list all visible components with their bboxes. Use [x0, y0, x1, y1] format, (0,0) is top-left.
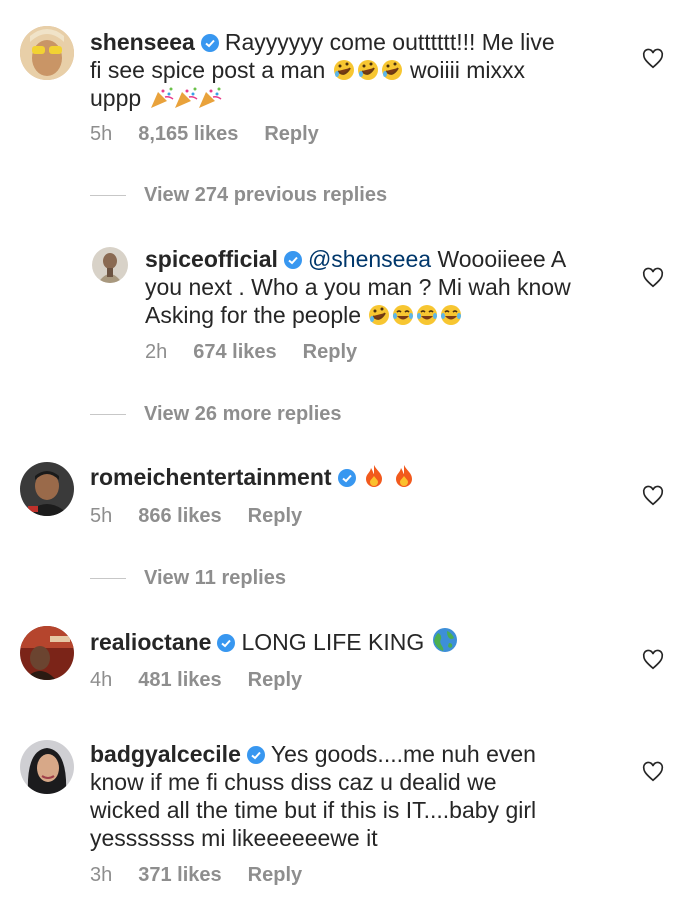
rolling-laughing-emoji-icon	[333, 59, 355, 81]
rolling-laughing-emoji-icon	[357, 59, 379, 81]
divider-line	[90, 414, 126, 416]
username[interactable]: badgyalcecile	[90, 741, 241, 767]
verified-badge-icon	[200, 34, 219, 52]
rolling-laughing-emoji-icon	[368, 304, 390, 326]
timestamp: 5h	[90, 123, 113, 145]
reply-button[interactable]: Reply	[248, 505, 302, 527]
comment-text: badgyalcecile Yes goods....me nuh even kn…	[90, 741, 537, 851]
heart-outline-icon[interactable]	[642, 267, 664, 289]
verified-badge-icon	[337, 469, 356, 487]
timestamp: 3h	[90, 864, 113, 886]
timestamp: 2h	[145, 341, 168, 363]
tears-of-joy-emoji-icon	[392, 304, 414, 326]
comment-meta: 5h 8,165 likes Reply	[90, 123, 345, 146]
heart-outline-icon[interactable]	[642, 649, 664, 671]
heart-outline-icon[interactable]	[642, 485, 664, 507]
comment-text: spiceofficial @shenseea Woooiieee A you n…	[145, 246, 571, 328]
reply-button[interactable]: Reply	[248, 864, 302, 886]
party-popper-emoji-icon	[197, 87, 222, 109]
view-previous-replies-button[interactable]: View 274 previous replies	[90, 184, 387, 207]
avatar[interactable]	[92, 247, 128, 283]
comment-meta: 2h 674 likes Reply	[145, 341, 383, 364]
avatar[interactable]	[20, 626, 74, 680]
avatar[interactable]	[20, 740, 74, 794]
reply-button[interactable]: Reply	[264, 123, 318, 145]
avatar[interactable]	[20, 26, 74, 80]
username[interactable]: romeichentertainment	[90, 464, 332, 490]
party-popper-emoji-icon	[149, 87, 174, 109]
username[interactable]: shenseea	[90, 29, 195, 55]
fire-emoji-icon	[393, 464, 415, 487]
timestamp: 4h	[90, 669, 113, 691]
tears-of-joy-emoji-icon	[416, 304, 438, 326]
likes-count[interactable]: 8,165 likes	[138, 123, 238, 145]
party-popper-emoji-icon	[173, 87, 198, 109]
timestamp: 5h	[90, 505, 113, 527]
username[interactable]: realioctane	[90, 629, 211, 655]
verified-badge-icon	[246, 746, 265, 764]
comment-text: shenseea Rayyyyyy come outttttt!!! Me liv…	[90, 29, 555, 111]
mention-link[interactable]: @shenseea	[308, 246, 431, 272]
avatar[interactable]	[20, 462, 74, 516]
divider-line	[90, 578, 126, 580]
username[interactable]: spiceofficial	[145, 246, 278, 272]
reply-button[interactable]: Reply	[303, 341, 357, 363]
heart-outline-icon[interactable]	[642, 761, 664, 783]
fire-emoji-icon	[363, 464, 385, 487]
comment-text: realioctane LONG LIFE KING	[90, 627, 610, 656]
divider-line	[90, 195, 126, 197]
comment-meta: 3h 371 likes Reply	[90, 864, 328, 887]
tears-of-joy-emoji-icon	[440, 304, 462, 326]
likes-count[interactable]: 481 likes	[138, 669, 221, 691]
verified-badge-icon	[217, 634, 236, 652]
reply-button[interactable]: Reply	[248, 669, 302, 691]
comment-text: romeichentertainment	[90, 463, 610, 491]
likes-count[interactable]: 674 likes	[193, 341, 276, 363]
likes-count[interactable]: 866 likes	[138, 505, 221, 527]
heart-outline-icon[interactable]	[642, 48, 664, 70]
view-replies-button[interactable]: View 11 replies	[90, 567, 286, 590]
comment-meta: 5h 866 likes Reply	[90, 505, 328, 528]
view-more-replies-button[interactable]: View 26 more replies	[90, 403, 342, 426]
verified-badge-icon	[283, 251, 302, 269]
likes-count[interactable]: 371 likes	[138, 864, 221, 886]
globe-emoji-icon	[432, 627, 458, 653]
rolling-laughing-emoji-icon	[381, 59, 403, 81]
comment-meta: 4h 481 likes Reply	[90, 669, 328, 692]
